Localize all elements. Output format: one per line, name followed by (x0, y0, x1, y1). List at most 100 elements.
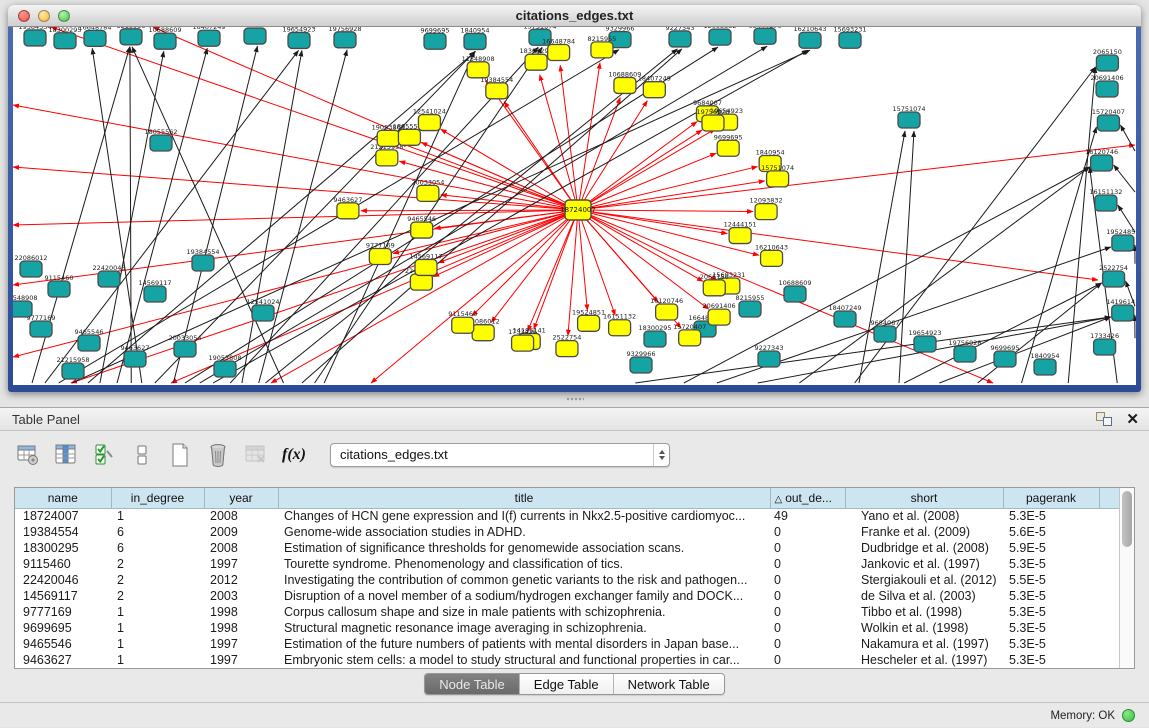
show-columns-icon[interactable] (50, 439, 82, 471)
cell-year[interactable]: 2012 (204, 572, 278, 588)
table-row[interactable]: 1456911722003Disruption of a novel membe… (15, 588, 1119, 604)
table-settings-icon[interactable] (12, 439, 44, 471)
graph-node[interactable]: 9115460 (448, 310, 477, 333)
cell-in_degree[interactable]: 6 (111, 524, 204, 540)
cell-pagerank[interactable]: 5.3E-5 (1003, 588, 1099, 604)
graph-node[interactable]: 9699695 (421, 27, 450, 49)
graph-edge[interactable] (100, 51, 164, 383)
cell-name[interactable]: 22420046 (15, 572, 111, 588)
graph-node[interactable]: 22420046 (92, 264, 125, 287)
graph-node[interactable]: 10688609 (148, 27, 181, 49)
cell-year[interactable]: 1997 (204, 636, 278, 652)
graph-node[interactable]: 9699695 (991, 344, 1020, 367)
splitter-grip[interactable] (566, 397, 584, 402)
cell-short[interactable]: Stergiakouli et al. (2012) (845, 572, 1003, 588)
graph-node[interactable]: 19053808 (208, 354, 241, 377)
graph-node[interactable]: 9465546 (75, 328, 104, 351)
table-scrollbar[interactable] (1119, 488, 1134, 668)
graph-node[interactable]: 16210643 (755, 243, 788, 266)
graph-edge[interactable] (472, 210, 578, 316)
cell-title[interactable]: Investigating the contribution of common… (278, 572, 770, 588)
graph-node[interactable]: 19524851 (572, 308, 605, 331)
new-column-icon[interactable] (164, 439, 196, 471)
graph-node[interactable]: 12444151 (724, 221, 757, 244)
column-header-title[interactable]: title (278, 488, 770, 508)
graph-node[interactable]: 20033054 (411, 178, 444, 201)
cell-in_degree[interactable]: 1 (111, 652, 204, 668)
cell-name[interactable]: 18300295 (15, 540, 111, 556)
network-window-titlebar[interactable]: citations_edges.txt (8, 5, 1141, 27)
cell-in_degree[interactable]: 2 (111, 572, 204, 588)
cell-short[interactable]: Hescheler et al. (1997) (845, 652, 1003, 668)
table-row[interactable]: 1938455462009Genome-wide association stu… (15, 524, 1119, 540)
cell-in_degree[interactable]: 2 (111, 556, 204, 572)
cell-in_degree[interactable]: 1 (111, 636, 204, 652)
cell-out_degree[interactable]: 0 (770, 572, 845, 588)
graph-node[interactable]: 16120746 (650, 297, 683, 320)
graph-node[interactable]: 9684067 (241, 27, 270, 44)
cell-pagerank[interactable]: 5.3E-5 (1003, 556, 1099, 572)
graph-node[interactable]: 1733426 (1090, 332, 1119, 355)
cell-pagerank[interactable]: 5.3E-5 (1003, 652, 1099, 668)
graph-node[interactable]: 20691406 (703, 302, 736, 325)
cell-pagerank[interactable]: 5.9E-5 (1003, 540, 1099, 556)
graph-edge[interactable] (568, 210, 578, 336)
cell-out_degree[interactable]: 0 (770, 588, 845, 604)
graph-node[interactable]: 19654923 (282, 27, 315, 48)
graph-node[interactable]: 10688609 (778, 279, 811, 302)
graph-node[interactable]: 16120746 (1085, 148, 1118, 171)
graph-node[interactable]: 15751074 (892, 105, 925, 128)
graph-node[interactable]: 16648784 (78, 27, 111, 46)
cell-name[interactable]: 19384554 (15, 524, 111, 540)
graph-node[interactable]: 19756928 (948, 339, 981, 362)
cell-short[interactable]: Dudbridge et al. (2008) (845, 540, 1003, 556)
graph-node[interactable]: 19384554 (186, 248, 219, 271)
graph-node[interactable]: 11548908 (462, 55, 495, 78)
graph-node[interactable]: 14569117 (138, 279, 171, 302)
graph-node[interactable]: 21215958 (56, 356, 89, 379)
graph-node[interactable]: 12093832 (750, 197, 783, 220)
cell-out_degree[interactable]: 0 (770, 652, 845, 668)
tab-edge-table[interactable]: Edge Table (520, 674, 614, 694)
graph-node[interactable]: 19384554 (18, 27, 51, 46)
column-header-short[interactable]: short (845, 488, 1003, 508)
graph-node[interactable]: 16151132 (603, 313, 636, 336)
column-header-year[interactable]: year (204, 488, 278, 508)
graph-node[interactable]: 15720407 (673, 323, 706, 346)
graph-node[interactable]: 1840954 (461, 27, 490, 49)
graph-edge[interactable] (132, 47, 283, 383)
graph-node[interactable]: 2522754 (1099, 264, 1128, 287)
graph-node[interactable]: 16151132 (1089, 188, 1122, 211)
column-header-filler[interactable] (1099, 488, 1119, 508)
graph-node[interactable]: 9227343 (755, 344, 784, 367)
graph-edge[interactable] (1120, 125, 1135, 151)
cell-title[interactable]: Embryonic stem cells: a model to study s… (278, 652, 770, 668)
table-row[interactable]: 1872400712008Changes of HCN gene express… (15, 508, 1119, 524)
cell-out_degree[interactable]: 0 (770, 636, 845, 652)
graph-edge[interactable] (130, 47, 131, 383)
graph-edge[interactable] (799, 167, 1089, 383)
graph-node[interactable]: 14569117 (409, 252, 442, 275)
toggle-rows-icon[interactable] (126, 439, 158, 471)
graph-node[interactable]: 16210643 (793, 27, 826, 48)
table-row[interactable]: 977716911998Corpus callosum shape and si… (15, 604, 1119, 620)
cell-short[interactable]: de Silva et al. (2003) (845, 588, 1003, 604)
cell-short[interactable]: Franke et al. (2009) (845, 524, 1003, 540)
graph-node[interactable]: 12541024 (413, 108, 446, 131)
table-row[interactable]: 2242004622012Investigating the contribut… (15, 572, 1119, 588)
cell-pagerank[interactable]: 5.3E-5 (1003, 508, 1099, 524)
graph-edge[interactable] (173, 46, 257, 383)
cell-short[interactable]: Tibbo et al. (1998) (845, 604, 1003, 620)
graph-edge[interactable] (371, 210, 578, 383)
graph-node[interactable]: 22086012 (14, 254, 47, 277)
cell-year[interactable]: 2008 (204, 540, 278, 556)
graph-node[interactable]: 19384554 (480, 76, 513, 99)
cell-year[interactable]: 1997 (204, 556, 278, 572)
graph-node[interactable]: 12444151 (748, 27, 781, 44)
network-canvas[interactable]: 1938455418300295166487848215955106886091… (13, 27, 1136, 385)
cell-year[interactable]: 2003 (204, 588, 278, 604)
graph-node[interactable]: 9463627 (121, 344, 150, 367)
graph-edge[interactable] (578, 145, 1135, 210)
graph-node[interactable]: 1733426 (508, 328, 537, 351)
graph-node[interactable]: 19756928 (328, 27, 361, 48)
